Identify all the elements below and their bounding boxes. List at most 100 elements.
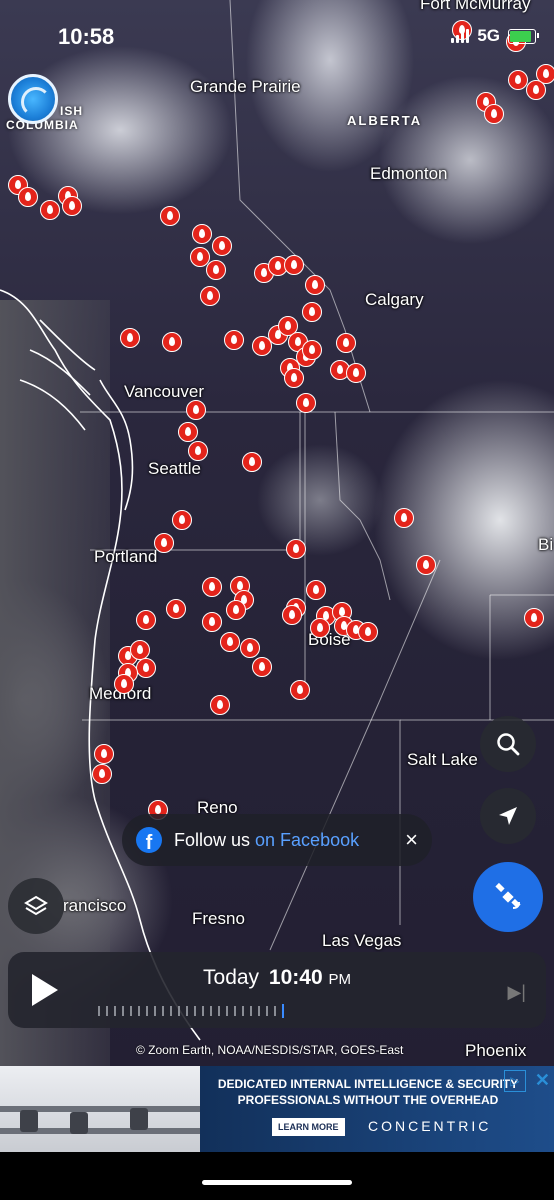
fire-icon[interactable]: [136, 610, 156, 630]
fire-icon[interactable]: [136, 658, 156, 678]
fire-icon[interactable]: [240, 638, 260, 658]
locate-button[interactable]: [480, 788, 536, 844]
timeline-tick: [138, 1006, 140, 1016]
fire-icon[interactable]: [178, 422, 198, 442]
timeline-tick: [258, 1006, 260, 1016]
fire-icon[interactable]: [302, 302, 322, 322]
timeline-scrubber[interactable]: [98, 1004, 458, 1018]
city-vancouver: Vancouver: [124, 382, 205, 401]
fire-icon[interactable]: [305, 275, 325, 295]
timeline-tick: [218, 1006, 220, 1016]
timeline-tick: [98, 1006, 100, 1016]
fire-icon[interactable]: [186, 400, 206, 420]
city-seattle: Seattle: [148, 459, 201, 478]
timeline-tick: [178, 1006, 180, 1016]
timeline-tick: [234, 1006, 236, 1016]
fire-icon[interactable]: [212, 236, 232, 256]
fire-icon[interactable]: [202, 612, 222, 632]
bottom-bar: [0, 1152, 554, 1200]
satellite-map[interactable]: ALBERTA ISH COLUMBIA Fort McMurray Grande…: [0, 0, 554, 1070]
ad-choices-icon[interactable]: ▷: [504, 1070, 526, 1092]
timeline-tick: [282, 1004, 284, 1018]
timeline-time: Today 10:40 PM: [203, 966, 351, 989]
city-grande-prairie: Grande Prairie: [190, 77, 301, 96]
fire-icon[interactable]: [92, 764, 112, 784]
battery-icon: [508, 28, 539, 44]
fire-icon[interactable]: [226, 600, 246, 620]
fire-icon[interactable]: [206, 260, 226, 280]
fire-icon[interactable]: [296, 393, 316, 413]
fire-icon[interactable]: [346, 363, 366, 383]
facebook-prompt-text: Follow us on Facebook: [174, 829, 360, 850]
fire-icon[interactable]: [358, 622, 378, 642]
layers-button[interactable]: [8, 878, 64, 934]
fire-icon[interactable]: [62, 196, 82, 216]
fire-icon[interactable]: [210, 695, 230, 715]
timeline-tick: [274, 1006, 276, 1016]
ad-office-image: [0, 1066, 200, 1152]
status-time: 10:58: [58, 24, 115, 49]
fire-icon[interactable]: [192, 224, 212, 244]
fire-icon[interactable]: [524, 608, 544, 628]
facebook-follow-prompt[interactable]: f Follow us on Facebook ×: [122, 814, 432, 866]
fire-icon[interactable]: [284, 255, 304, 275]
fire-icon[interactable]: [162, 332, 182, 352]
fire-icon[interactable]: [526, 80, 546, 100]
fire-icon[interactable]: [284, 368, 304, 388]
fire-icon[interactable]: [394, 508, 414, 528]
fire-icon[interactable]: [94, 744, 114, 764]
satellite-button[interactable]: [473, 862, 543, 932]
facebook-link[interactable]: on Facebook: [255, 830, 359, 850]
layers-icon: [24, 895, 48, 916]
fire-icon[interactable]: [172, 510, 192, 530]
fire-icon[interactable]: [252, 657, 272, 677]
skip-forward-icon[interactable]: ▶︎|: [507, 982, 526, 1003]
timeline-tick: [146, 1006, 148, 1016]
timeline-tick: [226, 1006, 228, 1016]
fire-icon[interactable]: [200, 286, 220, 306]
close-icon[interactable]: ×: [405, 827, 418, 853]
fire-icon[interactable]: [40, 200, 60, 220]
fire-icon[interactable]: [160, 206, 180, 226]
fire-icon[interactable]: [282, 605, 302, 625]
fire-icon[interactable]: [290, 680, 310, 700]
region-label-alberta: ALBERTA: [347, 113, 423, 128]
search-button[interactable]: [480, 716, 536, 772]
fire-icon[interactable]: [508, 70, 528, 90]
timeline-tick: [154, 1006, 156, 1016]
timeline-tick: [130, 1006, 132, 1016]
fire-icon[interactable]: [166, 599, 186, 619]
fire-icon[interactable]: [18, 187, 38, 207]
network-label: 5G: [477, 26, 500, 45]
fire-icon[interactable]: [306, 580, 326, 600]
search-icon: [497, 733, 520, 756]
city-las-vegas: Las Vegas: [322, 931, 402, 950]
fire-icon[interactable]: [286, 539, 306, 559]
city-fort-mcmurray: Fort McMurray: [420, 0, 531, 13]
fire-icon[interactable]: [188, 441, 208, 461]
ad-learn-more-button[interactable]: LEARN MORE: [272, 1118, 345, 1136]
timeline-tick: [106, 1006, 108, 1016]
imagery-credit: © Zoom Earth, NOAA/NESDIS/STAR, GOES-Eas…: [136, 1043, 404, 1057]
fire-icon[interactable]: [484, 104, 504, 124]
timeline-tick: [202, 1006, 204, 1016]
fire-icon[interactable]: [302, 340, 322, 360]
ad-banner[interactable]: DEDICATED INTERNAL INTELLIGENCE & SECURI…: [0, 1066, 554, 1152]
fire-icon[interactable]: [224, 330, 244, 350]
fire-icon[interactable]: [114, 674, 134, 694]
fire-icon[interactable]: [310, 618, 330, 638]
fire-icon[interactable]: [242, 452, 262, 472]
timeline-panel: Today 10:40 PM ▶︎|: [8, 952, 546, 1028]
fire-icon[interactable]: [130, 640, 150, 660]
fire-icon[interactable]: [416, 555, 436, 575]
fire-icon[interactable]: [336, 333, 356, 353]
ad-close-icon[interactable]: ✕: [535, 1070, 550, 1091]
city-phoenix: Phoenix: [465, 1041, 527, 1060]
fire-icon[interactable]: [220, 632, 240, 652]
fire-icon[interactable]: [202, 577, 222, 597]
city-san-francisco: rancisco: [63, 896, 127, 915]
fire-icon[interactable]: [154, 533, 174, 553]
timeline-tick: [194, 1006, 196, 1016]
fire-icon[interactable]: [120, 328, 140, 348]
app-logo-icon[interactable]: [8, 74, 58, 124]
